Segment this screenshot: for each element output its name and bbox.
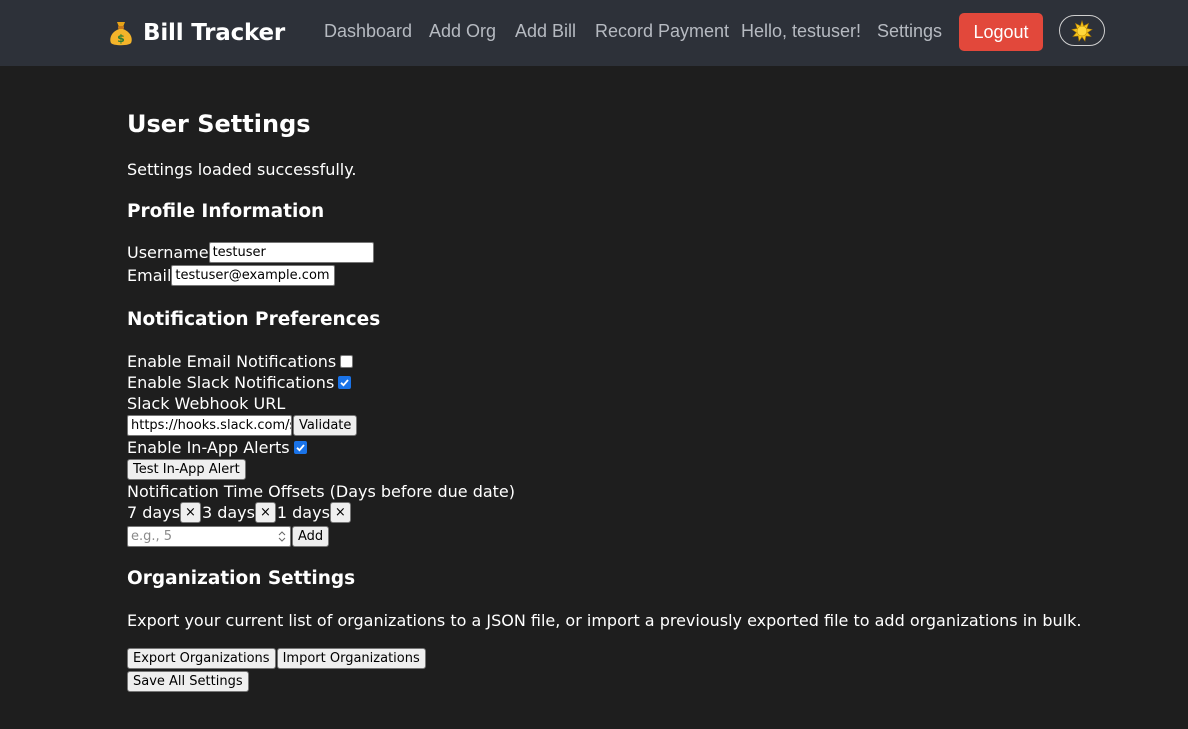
- inapp-alerts-checkbox[interactable]: [293, 441, 307, 454]
- webhook-row: https://hooks.slack.com/se Validate: [127, 415, 358, 436]
- spinner-arrows-icon: [278, 531, 286, 542]
- offset-item-label: 7 days: [127, 503, 181, 522]
- slack-notifications-checkbox[interactable]: [338, 376, 352, 389]
- notifications-heading: Notification Preferences: [127, 309, 381, 330]
- email-label: Email: [127, 266, 172, 285]
- import-organizations-button[interactable]: Import Organizations: [276, 648, 426, 669]
- offset-item-label: 1 days: [276, 503, 330, 522]
- email-notifications-checkbox[interactable]: [340, 355, 354, 368]
- brand-title: Bill Tracker: [143, 20, 286, 46]
- svg-text:$: $: [117, 32, 125, 45]
- inapp-alerts-row: Enable In-App Alerts: [127, 438, 307, 457]
- add-offset-row: e.g., 5 Add: [127, 526, 330, 547]
- webhook-label: Slack Webhook URL: [127, 394, 286, 413]
- nav-record-payment[interactable]: Record Payment: [595, 21, 729, 42]
- nav-settings[interactable]: Settings: [877, 21, 942, 42]
- test-inapp-alert-button[interactable]: Test In-App Alert: [127, 459, 246, 480]
- logout-button[interactable]: Logout: [959, 13, 1043, 51]
- organization-heading: Organization Settings: [127, 568, 356, 589]
- remove-offset-button[interactable]: ×: [329, 502, 351, 523]
- sun-icon: [1071, 19, 1093, 42]
- theme-toggle-button[interactable]: [1059, 15, 1105, 46]
- number-spinner-icon[interactable]: [276, 529, 288, 544]
- slack-notifications-label: Enable Slack Notifications: [127, 373, 335, 392]
- profile-heading: Profile Information: [127, 201, 325, 222]
- page-title: User Settings: [127, 110, 311, 138]
- money-bag-icon: $: [110, 22, 132, 46]
- offset-number-input[interactable]: e.g., 5: [127, 526, 291, 547]
- webhook-url-input[interactable]: https://hooks.slack.com/se: [127, 415, 292, 436]
- email-notifications-label: Enable Email Notifications: [127, 352, 337, 371]
- brand[interactable]: $ Bill Tracker: [108, 18, 285, 48]
- offset-input-placeholder: e.g., 5: [131, 529, 173, 544]
- checkmark-icon: [340, 379, 349, 387]
- nav-dashboard[interactable]: Dashboard: [324, 21, 412, 42]
- test-alert-row: Test In-App Alert: [127, 459, 246, 480]
- remove-offset-button[interactable]: ×: [254, 502, 276, 523]
- offsets-list: 7 days × 3 days × 1 days ×: [127, 502, 351, 523]
- org-buttons-row: Export Organizations Import Organization…: [127, 648, 426, 669]
- nav-add-org[interactable]: Add Org: [429, 21, 496, 42]
- top-navbar: $ Bill Tracker Dashboard Add Org Add Bil…: [0, 0, 1188, 66]
- email-input[interactable]: testuser@example.com: [171, 265, 336, 286]
- checkmark-icon: [296, 444, 305, 452]
- username-row: Username testuser: [127, 242, 374, 263]
- organization-description: Export your current list of organization…: [127, 611, 1082, 630]
- username-label: Username: [127, 243, 209, 262]
- email-row: Email testuser@example.com: [127, 265, 336, 286]
- export-organizations-button[interactable]: Export Organizations: [127, 648, 276, 669]
- nav-user-greeting: Hello, testuser!: [741, 21, 862, 41]
- nav-add-bill[interactable]: Add Bill: [515, 21, 576, 42]
- remove-offset-button[interactable]: ×: [180, 502, 201, 523]
- add-offset-button[interactable]: Add: [292, 526, 330, 547]
- inapp-alerts-label: Enable In-App Alerts: [127, 438, 290, 457]
- offset-item-label: 3 days: [201, 503, 255, 522]
- status-message: Settings loaded successfully.: [127, 160, 357, 179]
- username-input[interactable]: testuser: [208, 242, 374, 263]
- offsets-label: Notification Time Offsets (Days before d…: [127, 482, 516, 501]
- save-row: Save All Settings: [127, 671, 249, 692]
- email-notifications-row: Enable Email Notifications: [127, 352, 354, 371]
- validate-button[interactable]: Validate: [293, 415, 358, 436]
- slack-notifications-row: Enable Slack Notifications: [127, 373, 352, 392]
- save-all-settings-button[interactable]: Save All Settings: [127, 671, 249, 692]
